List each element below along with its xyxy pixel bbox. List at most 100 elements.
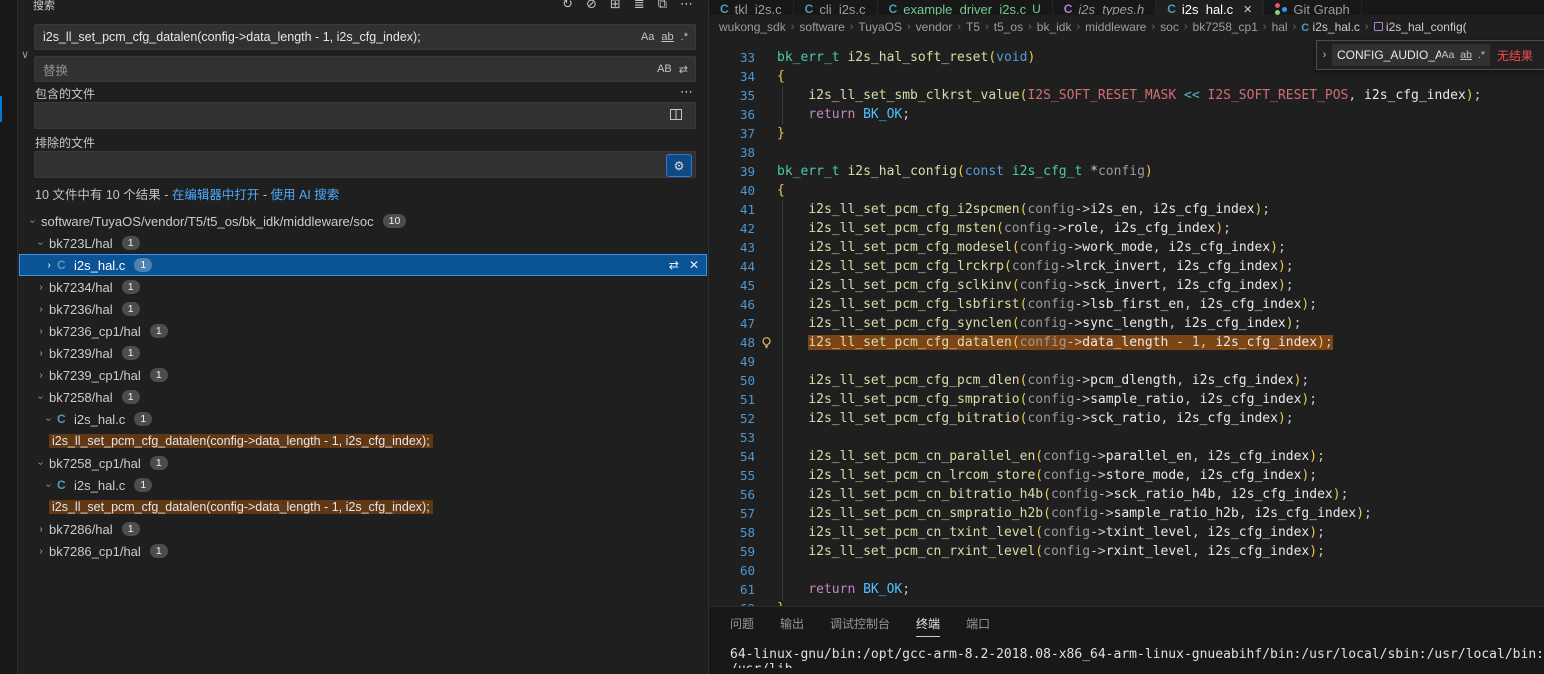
breadcrumb-item[interactable]: bk_idk (1037, 20, 1072, 34)
whole-word-toggle[interactable]: ab (1460, 49, 1472, 61)
line-number[interactable]: 46 (717, 297, 755, 312)
line-number[interactable]: 49 (717, 354, 755, 369)
close-icon[interactable]: ✕ (1243, 3, 1252, 16)
line-number[interactable]: 41 (717, 202, 755, 217)
code-line[interactable]: 46 i2s_ll_set_pcm_cfg_lsbfirst(config->l… (709, 295, 1544, 314)
search-folder-row[interactable]: ›bk7234/hal1 (19, 276, 707, 298)
tab-git-graph[interactable]: Git Graph (1264, 0, 1361, 15)
dismiss-icon[interactable]: ✕ (689, 258, 699, 272)
code-line[interactable]: 61 return BK_OK; (709, 580, 1544, 599)
breadcrumb-item[interactable]: software (799, 20, 844, 34)
code-editor[interactable]: 33bk_err_t i2s_hal_soft_reset(void)34{35… (709, 38, 1544, 606)
replace-all-icon[interactable]: ⇄ (669, 258, 679, 272)
files-to-include-input[interactable] (34, 102, 696, 129)
breadcrumb-item[interactable]: T5 (966, 20, 980, 34)
clear-search-results-icon[interactable]: ⊘ (586, 0, 597, 12)
line-number[interactable]: 38 (717, 145, 755, 160)
breadcrumb-file-item[interactable]: C i2s_hal.c (1301, 20, 1360, 34)
code-line[interactable]: 43 i2s_ll_set_pcm_cfg_modesel(config->wo… (709, 238, 1544, 257)
match-case-toggle[interactable]: Aa (1441, 49, 1454, 61)
search-match-row[interactable]: i2s_ll_set_pcm_cfg_datalen(config->data_… (19, 430, 707, 452)
terminal-output[interactable]: 64-linux-gnu/bin:/opt/gcc-arm-8.2-2018.0… (730, 647, 1544, 668)
code-line[interactable]: 41 i2s_ll_set_pcm_cfg_i2spcmen(config->i… (709, 200, 1544, 219)
line-number[interactable]: 55 (717, 468, 755, 483)
line-number[interactable]: 50 (717, 373, 755, 388)
preserve-case-toggle[interactable]: AB (657, 63, 672, 75)
code-line[interactable]: 52 i2s_ll_set_pcm_cfg_bitratio(config->s… (709, 409, 1544, 428)
code-line[interactable]: 58 i2s_ll_set_pcm_cn_txint_level(config-… (709, 523, 1544, 542)
line-number[interactable]: 51 (717, 392, 755, 407)
search-file-row[interactable]: ›Ci2s_hal.c1 (19, 408, 707, 430)
regex-toggle[interactable]: .* (1478, 49, 1485, 61)
ai-search-link[interactable]: 使用 AI 搜索 (270, 188, 339, 202)
code-line[interactable]: 37} (709, 124, 1544, 143)
code-line[interactable]: 35 i2s_ll_set_smb_clkrst_value(I2S_SOFT_… (709, 86, 1544, 105)
match-case-toggle[interactable]: Aa (641, 31, 654, 43)
line-number[interactable]: 33 (717, 50, 755, 65)
code-line[interactable]: 36 return BK_OK; (709, 105, 1544, 124)
refresh-icon[interactable]: ↻ (562, 0, 573, 12)
code-line[interactable]: 53 (709, 428, 1544, 447)
breadcrumb-item[interactable]: bk7258_cp1 (1193, 20, 1258, 34)
replace-input[interactable]: 替换 AB⇄ (34, 56, 696, 82)
code-line[interactable]: 54 i2s_ll_set_pcm_cn_parallel_en(config-… (709, 447, 1544, 466)
tab-i2s-hal-c[interactable]: Ci2s_hal.c✕ (1156, 0, 1264, 15)
breadcrumb-item[interactable]: soc (1160, 20, 1179, 34)
code-line[interactable]: 55 i2s_ll_set_pcm_cn_lrcom_store(config-… (709, 466, 1544, 485)
search-input[interactable]: i2s_ll_set_pcm_cfg_datalen(config->data_… (34, 24, 696, 50)
code-line[interactable]: 57 i2s_ll_set_pcm_cn_smpratio_h2b(config… (709, 504, 1544, 523)
search-folder-row[interactable]: ›bk7239/hal1 (19, 342, 707, 364)
whole-word-toggle[interactable]: ab (661, 31, 673, 43)
regex-toggle[interactable]: .* (681, 31, 688, 43)
lightbulb-icon[interactable] (755, 336, 777, 350)
breadcrumb-item[interactable]: middleware (1085, 20, 1146, 34)
line-number[interactable]: 58 (717, 525, 755, 540)
line-number[interactable]: 56 (717, 487, 755, 502)
code-line[interactable]: 39bk_err_t i2s_hal_config(const i2s_cfg_… (709, 162, 1544, 181)
activity-bar[interactable] (0, 0, 18, 674)
panel-tab-输出[interactable]: 输出 (780, 615, 804, 637)
line-number[interactable]: 47 (717, 316, 755, 331)
code-line[interactable]: 56 i2s_ll_set_pcm_cn_bitratio_h4b(config… (709, 485, 1544, 504)
panel-tab-调试控制台[interactable]: 调试控制台 (830, 615, 890, 637)
use-exclude-settings-toggle[interactable]: ⚙ (666, 154, 692, 177)
code-line[interactable]: 50 i2s_ll_set_pcm_cfg_pcm_dlen(config->p… (709, 371, 1544, 390)
line-number[interactable]: 43 (717, 240, 755, 255)
code-line[interactable]: 44 i2s_ll_set_pcm_cfg_lrckrp(config->lrc… (709, 257, 1544, 276)
panel-tab-终端[interactable]: 终端 (916, 615, 940, 637)
toggle-search-details-icon[interactable]: ⋯ (680, 84, 693, 100)
code-line[interactable]: 38 (709, 143, 1544, 162)
replace-all-button[interactable]: ⇄ (679, 63, 688, 76)
search-folder-row[interactable]: ›bk7286_cp1/hal1 (19, 540, 707, 562)
line-number[interactable]: 53 (717, 430, 755, 445)
code-line[interactable]: 59 i2s_ll_set_pcm_cn_rxint_level(config-… (709, 542, 1544, 561)
search-folder-row[interactable]: ›bk7286/hal1 (19, 518, 707, 540)
code-line[interactable]: 40{ (709, 181, 1544, 200)
breadcrumb-item[interactable]: TuyaOS (858, 20, 902, 34)
files-to-exclude-input[interactable]: ⚙ (34, 151, 696, 178)
code-line[interactable]: 51 i2s_ll_set_pcm_cfg_smpratio(config->s… (709, 390, 1544, 409)
line-number[interactable]: 61 (717, 582, 755, 597)
tab-cli-i2s-c[interactable]: Ccli_i2s.c (794, 0, 878, 15)
view-as-tree-icon[interactable]: ≣ (634, 0, 645, 12)
tab-i2s-types-h[interactable]: Ci2s_types.h (1053, 0, 1156, 15)
line-number[interactable]: 44 (717, 259, 755, 274)
search-folder-row[interactable]: ›bk7236_cp1/hal1 (19, 320, 707, 342)
line-number[interactable]: 37 (717, 126, 755, 141)
code-line[interactable]: 49 (709, 352, 1544, 371)
open-in-editor-link[interactable]: 在编辑器中打开 (172, 188, 260, 202)
search-match-row[interactable]: i2s_ll_set_pcm_cfg_datalen(config->data_… (19, 496, 707, 518)
line-number[interactable]: 54 (717, 449, 755, 464)
search-folder-row[interactable]: ›bk723L/hal1 (19, 232, 707, 254)
breadcrumb-item[interactable]: wukong_sdk (719, 20, 786, 34)
line-number[interactable]: 52 (717, 411, 755, 426)
toggle-replace-chevron[interactable]: ∨ (21, 48, 35, 61)
breadcrumb-item[interactable]: t5_os (994, 20, 1023, 34)
search-folder-row[interactable]: ›bk7258_cp1/hal1 (19, 452, 707, 474)
line-number[interactable]: 57 (717, 506, 755, 521)
search-folder-row[interactable]: ›bk7236/hal1 (19, 298, 707, 320)
search-file-row[interactable]: ›Ci2s_hal.c1⇄✕ (19, 254, 707, 276)
code-line[interactable]: 62} (709, 599, 1544, 606)
find-widget-expand-chevron[interactable]: › (1317, 49, 1332, 61)
line-number[interactable]: 59 (717, 544, 755, 559)
